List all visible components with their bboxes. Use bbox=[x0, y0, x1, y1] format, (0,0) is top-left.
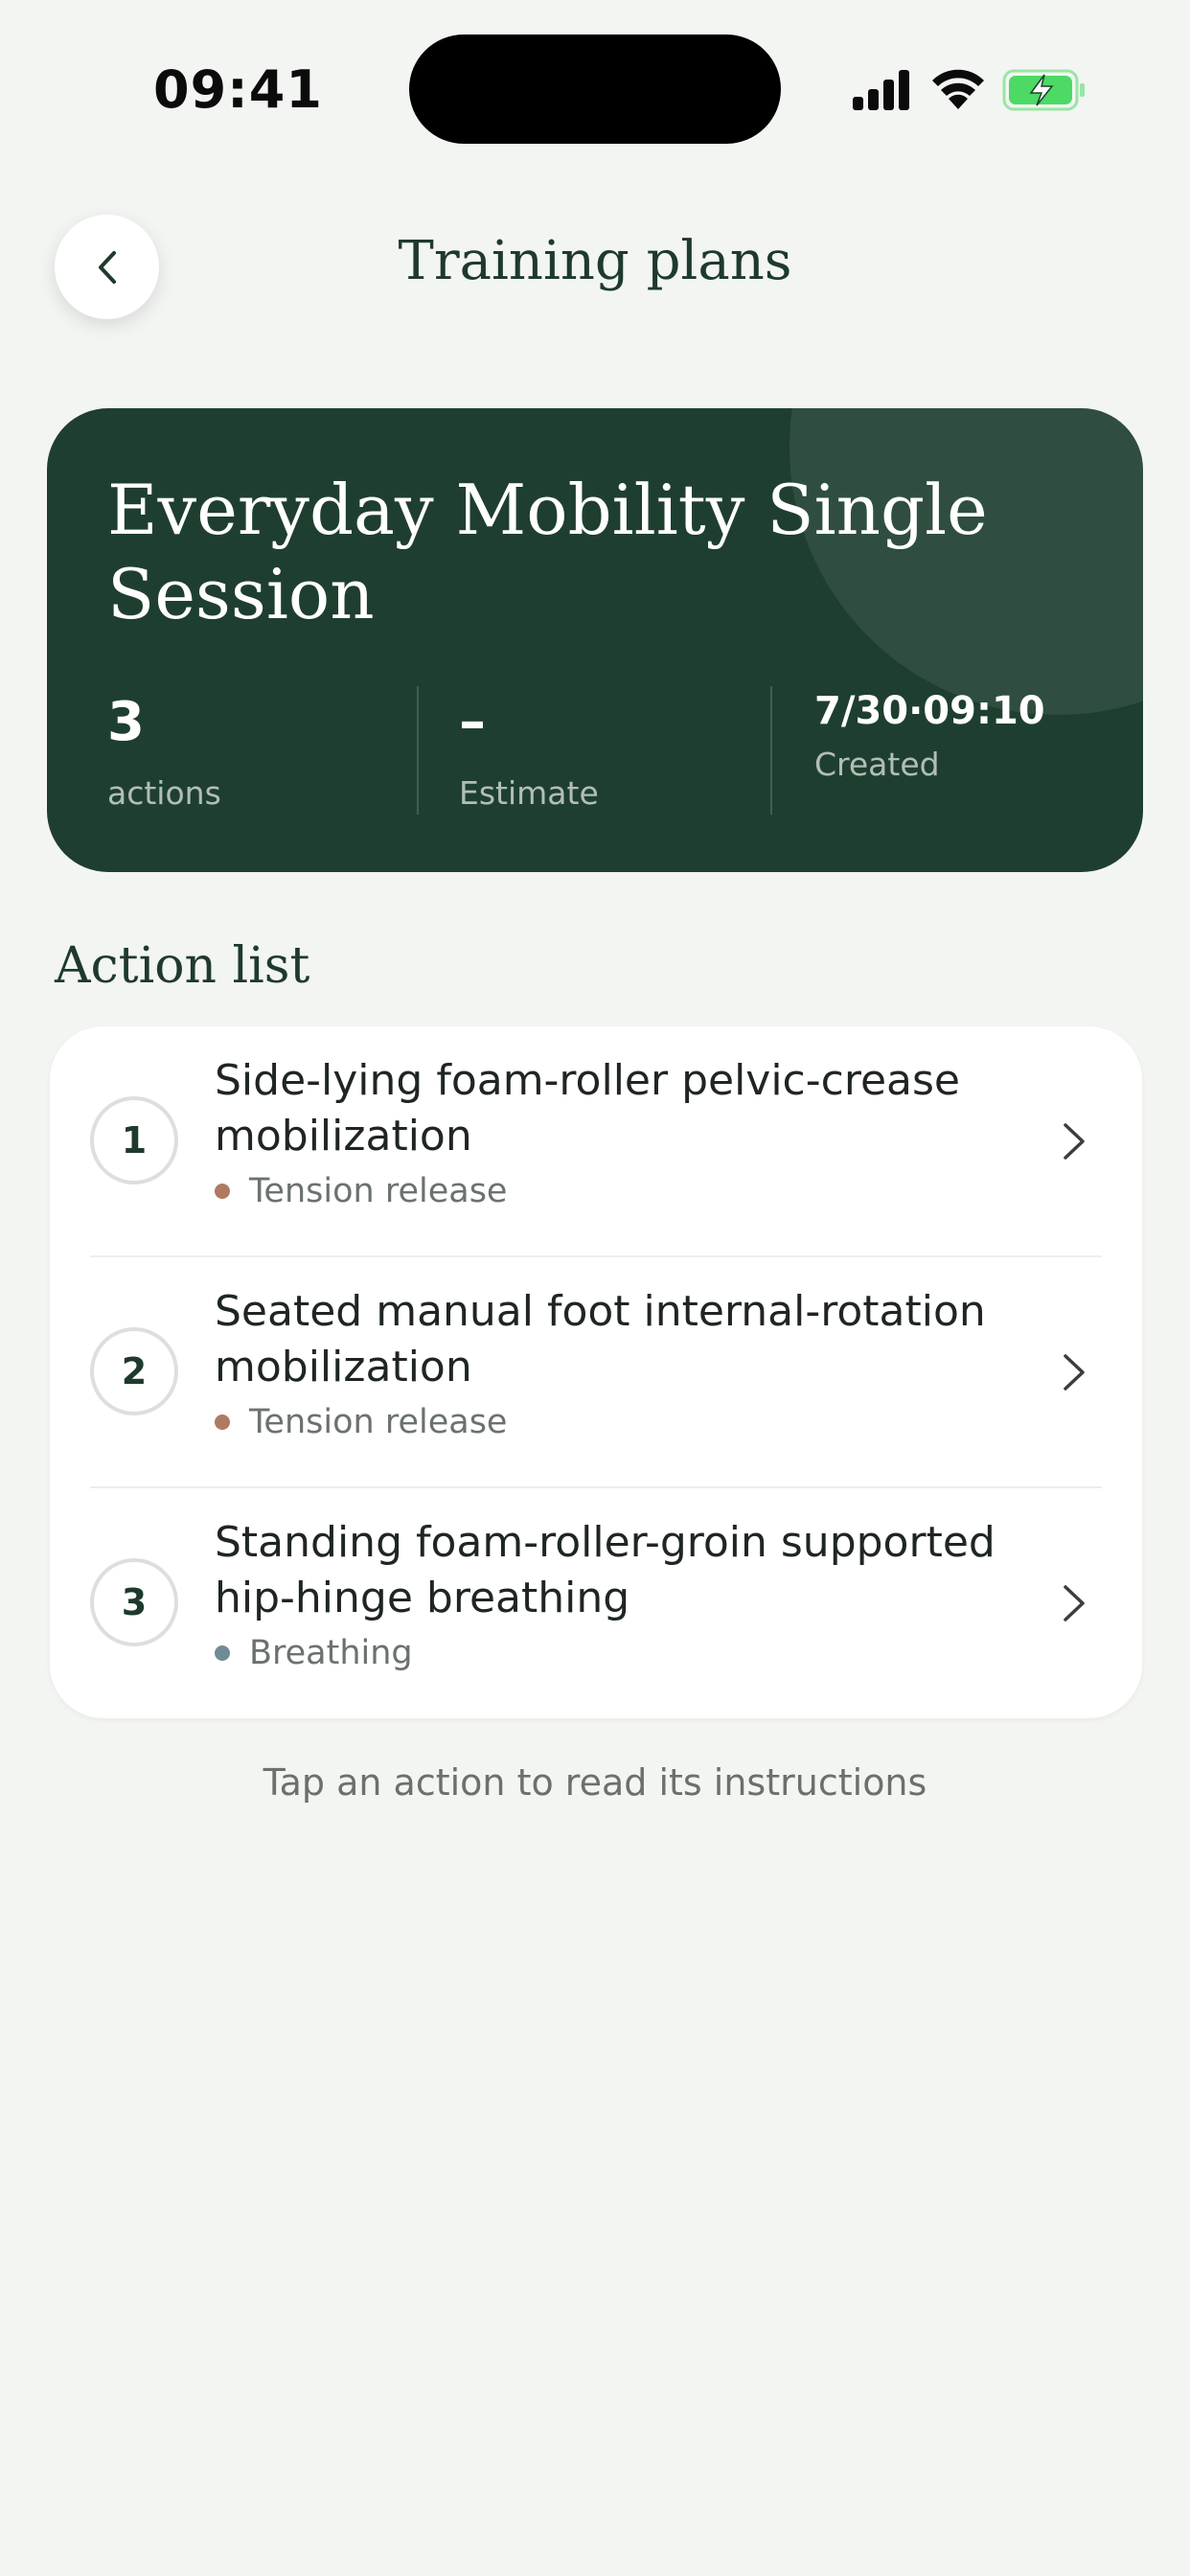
plan-title: Everyday Mobility Single Session bbox=[107, 470, 988, 634]
dynamic-island bbox=[409, 34, 781, 144]
action-number: 2 bbox=[90, 1327, 178, 1415]
stat-created-label: Created bbox=[814, 746, 940, 783]
chevron-right-icon bbox=[1064, 1585, 1085, 1622]
tag-label: Breathing bbox=[249, 1634, 413, 1672]
hint-text: Tap an action to read its instructions bbox=[263, 1761, 927, 1804]
stat-actions-label: actions bbox=[107, 774, 221, 812]
stat-actions-value: 3 bbox=[107, 691, 145, 753]
status-bar: 09:41 bbox=[0, 0, 1190, 144]
action-tag: Tension release bbox=[215, 1403, 507, 1441]
stat-estimate-label: Estimate bbox=[459, 774, 599, 812]
stat-divider bbox=[417, 686, 419, 815]
chevron-right-icon bbox=[1064, 1123, 1085, 1160]
action-number: 3 bbox=[90, 1558, 178, 1646]
action-title: Seated manual foot internal-rotation mob… bbox=[215, 1287, 986, 1392]
tag-dot-icon bbox=[215, 1184, 230, 1199]
stat-estimate: – Estimate bbox=[459, 688, 599, 822]
status-time: 09:41 bbox=[153, 59, 323, 120]
battery-charging-icon bbox=[1002, 69, 1085, 111]
tag-dot-icon bbox=[215, 1645, 230, 1661]
page-title: Training plans bbox=[398, 230, 792, 292]
stat-created: 7/30·09:10 Created bbox=[814, 686, 1045, 820]
action-tag: Tension release bbox=[215, 1172, 507, 1210]
tag-label: Tension release bbox=[249, 1403, 508, 1441]
stat-divider bbox=[770, 686, 772, 815]
wifi-icon bbox=[932, 69, 984, 109]
action-item-3[interactable]: 3 Standing foam-roller-groin supported h… bbox=[50, 1488, 1142, 1719]
tag-label: Tension release bbox=[249, 1172, 508, 1210]
stat-actions: 3 actions bbox=[107, 688, 221, 822]
tag-dot-icon bbox=[215, 1414, 230, 1430]
action-item-1[interactable]: 1 Side-lying foam-roller pelvic-crease m… bbox=[50, 1026, 1142, 1257]
chevron-right-icon bbox=[1064, 1354, 1085, 1391]
plan-summary-card: Everyday Mobility Single Session 3 actio… bbox=[47, 408, 1143, 872]
action-number: 1 bbox=[90, 1096, 178, 1184]
action-tag: Breathing bbox=[215, 1634, 413, 1672]
action-item-2[interactable]: 2 Seated manual foot internal-rotation m… bbox=[50, 1257, 1142, 1488]
action-title: Side-lying foam-roller pelvic-crease mob… bbox=[215, 1056, 960, 1161]
stat-estimate-value: – bbox=[459, 691, 486, 753]
action-title: Standing foam-roller-groin supported hip… bbox=[215, 1518, 995, 1622]
section-title-action-list: Action list bbox=[55, 937, 310, 995]
signal-icon bbox=[853, 70, 909, 110]
stat-created-value: 7/30·09:10 bbox=[814, 689, 1045, 733]
action-list-card: 1 Side-lying foam-roller pelvic-crease m… bbox=[50, 1026, 1142, 1718]
